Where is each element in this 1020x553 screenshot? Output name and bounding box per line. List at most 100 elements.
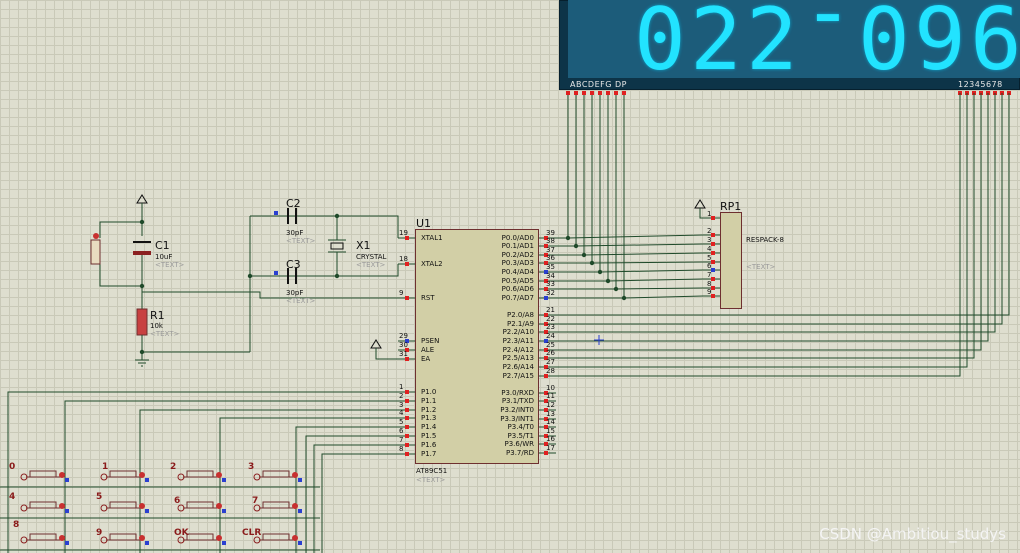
c3-value: 30pF <box>286 289 304 297</box>
p1-keypad-wire <box>295 426 398 553</box>
reset-switch-wire <box>99 264 142 287</box>
keypad-pin <box>298 541 302 545</box>
reset-button-icon <box>93 233 99 239</box>
rp1-pin-number: 9 <box>707 288 712 296</box>
u1-pin-number: 17 <box>546 444 555 452</box>
u1-pin-label: P1.0 <box>421 388 437 396</box>
keypad-pin <box>222 478 226 482</box>
rp1-pin-number: 3 <box>707 236 712 244</box>
u1-pin-label: P1.5 <box>421 432 437 440</box>
rp1-pin-number: 4 <box>707 245 712 253</box>
key-6-label: 6 <box>174 496 181 506</box>
key-2-label: 2 <box>170 462 177 472</box>
rp1-wire <box>607 278 704 282</box>
u1-pin-number: 10 <box>546 384 555 392</box>
keypad-terminal-icon <box>292 472 298 478</box>
keypad-button-icon[interactable] <box>262 470 290 478</box>
u1-pin-number: 16 <box>546 435 555 443</box>
u1-pin-label: P3.3/INT1 <box>500 415 534 423</box>
u1-pin-label: P0.0/AD0 <box>501 234 534 242</box>
u1-pin-label: P0.7/AD7 <box>501 294 534 302</box>
u1-pin-number: 5 <box>399 418 404 426</box>
r1-value: 10k <box>150 322 163 330</box>
u1-pin-number: 22 <box>546 315 555 323</box>
junction-dot <box>139 349 145 355</box>
u1-pin-label: P1.1 <box>421 397 437 405</box>
keypad-pin <box>145 478 149 482</box>
pin-marker <box>711 277 715 281</box>
u1-text: <TEXT> <box>416 476 446 484</box>
u1-pin-number: 39 <box>546 229 555 237</box>
keypad-button-icon[interactable] <box>262 501 290 509</box>
u1-pin-number: 18 <box>399 255 408 263</box>
u1-pin-label: P3.5/T1 <box>507 432 534 440</box>
pin-marker <box>711 216 715 220</box>
rp1-body[interactable] <box>720 212 742 309</box>
key-ok-label: OK <box>174 528 189 538</box>
pin-marker <box>405 452 409 456</box>
c2-pin <box>274 211 278 215</box>
p2-digit-wire <box>556 93 996 333</box>
keypad-terminal-icon <box>216 535 222 541</box>
xtal1-wire <box>250 215 399 238</box>
keypad-button-icon[interactable] <box>186 533 214 541</box>
segment-pin <box>566 91 570 95</box>
keypad-button-icon[interactable] <box>262 533 290 541</box>
keypad-button-icon[interactable] <box>29 501 57 509</box>
junction-dot <box>334 213 340 219</box>
key-8-label: 8 <box>13 520 20 530</box>
segment-pin <box>582 91 586 95</box>
p1-keypad-wire <box>321 453 398 553</box>
p1-keypad-wire <box>7 391 398 553</box>
r1-body[interactable] <box>136 308 148 336</box>
keypad-terminal-icon <box>292 503 298 509</box>
u1-pin-label: P2.3/A11 <box>502 337 534 345</box>
p2-digit-wire <box>556 93 968 368</box>
r1-name: R1 <box>150 309 165 322</box>
u1-pin-number: 29 <box>399 332 408 340</box>
keypad-button-icon[interactable] <box>109 501 137 509</box>
ea-wire <box>375 348 398 360</box>
u1-pin-label: P2.2/A10 <box>502 328 534 336</box>
reset-switch-wire <box>99 221 142 238</box>
u1-pin-number: 8 <box>399 445 404 453</box>
u1-pin-label: P0.1/AD1 <box>501 242 534 250</box>
rp1-vcc-wire <box>699 208 703 219</box>
keypad-button-icon[interactable] <box>186 470 214 478</box>
key-7-label: 7 <box>252 496 259 506</box>
keypad-pin <box>65 541 69 545</box>
rp1-wire <box>567 234 704 239</box>
x1-name: X1 <box>356 239 371 252</box>
keypad-pin <box>145 509 149 513</box>
keypad-button-icon[interactable] <box>109 470 137 478</box>
u1-pin-label: P3.2/INT0 <box>500 406 534 414</box>
keypad-button-icon[interactable] <box>29 470 57 478</box>
pin-marker <box>405 425 409 429</box>
u1-pin-number: 4 <box>399 409 404 417</box>
pin-marker <box>711 251 715 255</box>
power-icon <box>370 339 382 349</box>
keypad-button-icon[interactable] <box>186 501 214 509</box>
keypad-button-icon[interactable] <box>109 533 137 541</box>
key-4-label: 4 <box>9 492 16 502</box>
u1-pin-label: P2.7/A15 <box>502 372 534 380</box>
u1-pin-label: P2.1/A9 <box>507 320 534 328</box>
keypad-button-icon[interactable] <box>29 533 57 541</box>
u1-pin-number: 1 <box>399 383 404 391</box>
u1-pin-label: P2.4/A12 <box>502 346 534 354</box>
u1-pin-label: XTAL2 <box>421 260 443 268</box>
u1-pin-label: P0.6/AD6 <box>501 285 534 293</box>
rp1-pin-number: 2 <box>707 227 712 235</box>
pin-marker <box>405 434 409 438</box>
u1-pin-label: P2.6/A14 <box>502 363 534 371</box>
u1-pin-label: EA <box>421 355 431 363</box>
keypad-pin <box>65 509 69 513</box>
reset-button-icon[interactable] <box>90 239 101 265</box>
u1-pin-label: P0.4/AD4 <box>501 268 534 276</box>
rp1-pin-number: 8 <box>707 280 712 288</box>
u1-pin-label: P0.3/AD3 <box>501 259 534 267</box>
u1-pin-number: 14 <box>546 418 555 426</box>
u1-pin-number: 6 <box>399 427 404 435</box>
rp1-text: <TEXT> <box>746 263 776 271</box>
u1-pin-label: P1.2 <box>421 406 437 414</box>
